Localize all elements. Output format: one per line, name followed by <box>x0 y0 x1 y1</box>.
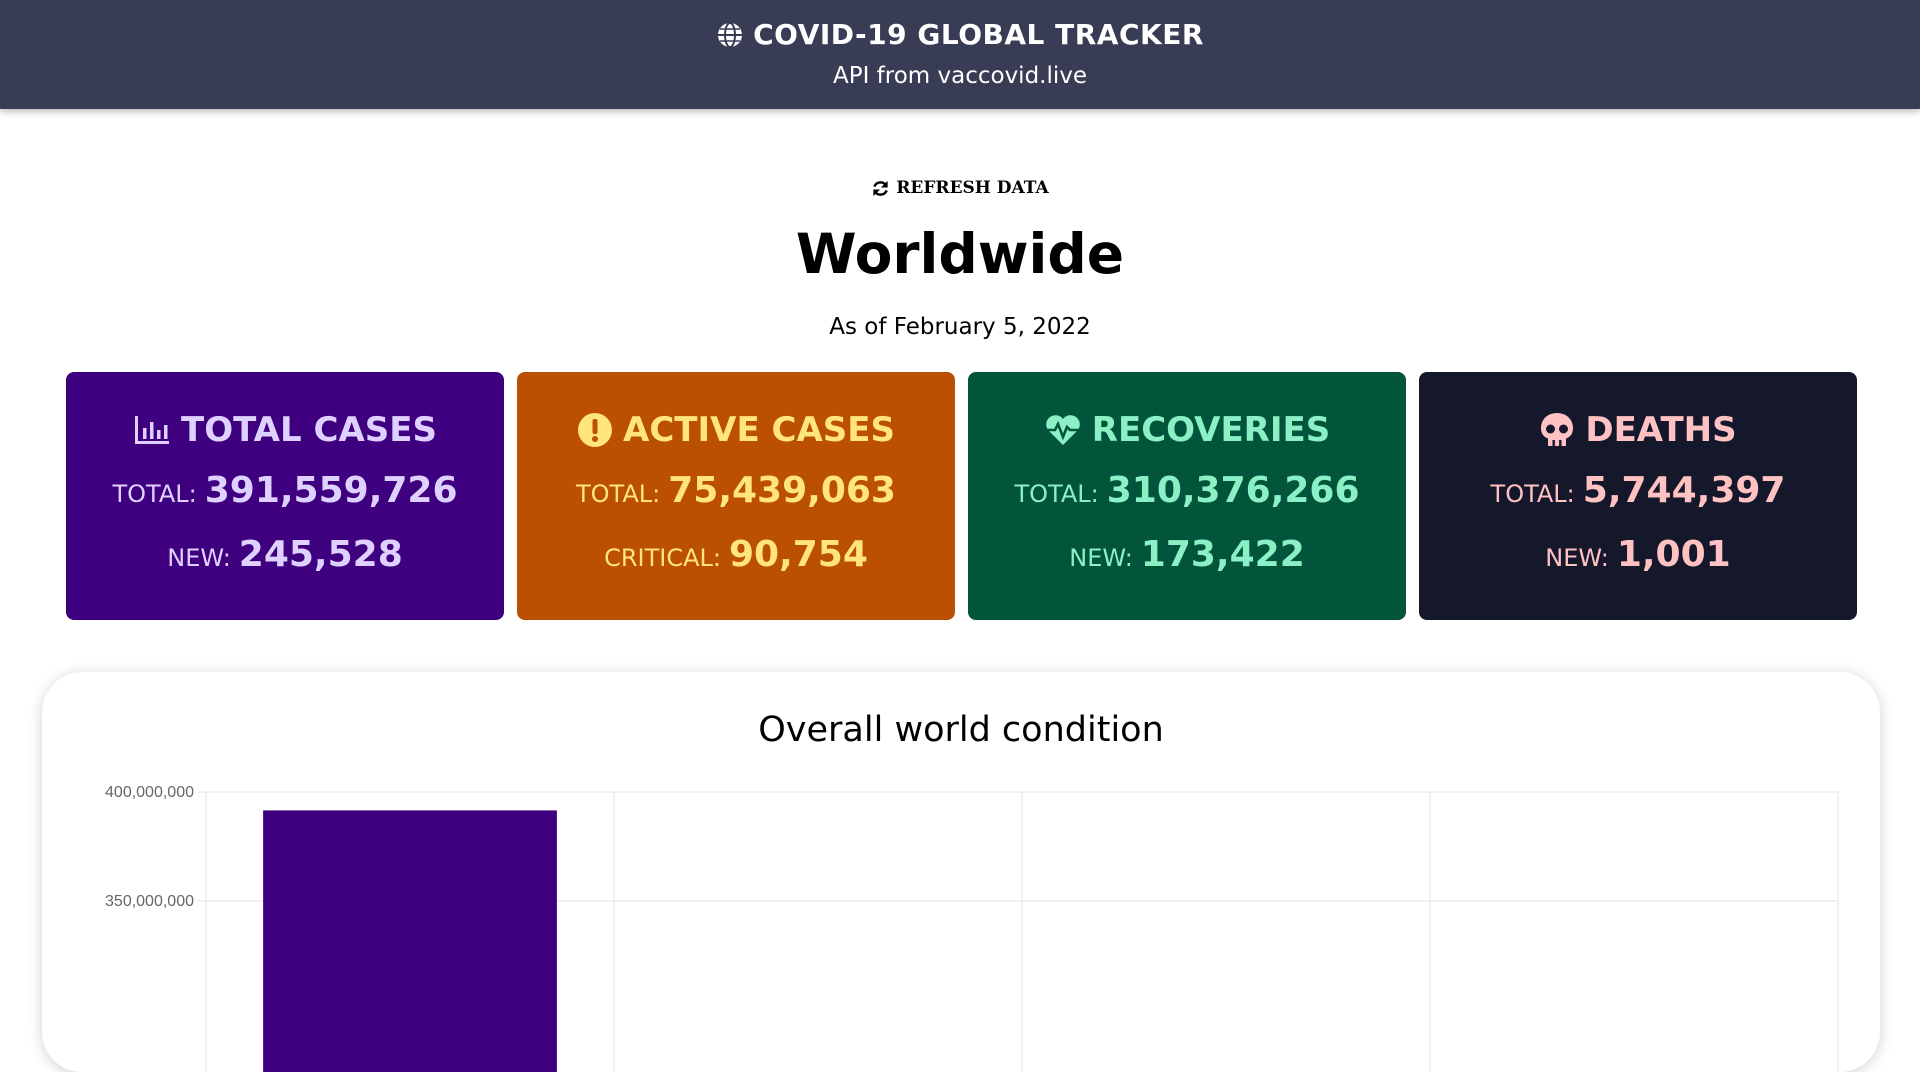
recoveries-card: RECOVERIES TOTAL: 310,376,266 NEW: 173,4… <box>968 372 1406 620</box>
region-title: Worldwide <box>795 222 1125 286</box>
bar-total-cases <box>263 810 557 1072</box>
deaths-new-row: NEW: 1,001 <box>1419 534 1857 580</box>
skull-icon <box>1541 413 1574 446</box>
total-cases-total-value: 391,559,726 <box>204 470 458 511</box>
y-tick-label: 350,000,000 <box>105 893 194 910</box>
active-cases-title-row: ACTIVE CASES <box>517 408 955 452</box>
total-cases-total-row: TOTAL: 391,559,726 <box>66 470 504 516</box>
globe-icon <box>718 21 743 48</box>
header-title-row: COVID-19 GLOBAL TRACKER <box>0 18 1920 51</box>
exclamation-circle-icon <box>578 413 613 447</box>
api-credit: API from vaccovid.live <box>832 63 1088 89</box>
recoveries-new-row: NEW: 173,422 <box>968 534 1406 580</box>
deaths-total-label: TOTAL: <box>1490 480 1575 508</box>
app-title: COVID-19 GLOBAL TRACKER <box>753 18 1204 51</box>
active-cases-critical-row: CRITICAL: 90,754 <box>517 534 955 580</box>
bar-chart-icon <box>135 416 170 444</box>
deaths-total-row: TOTAL: 5,744,397 <box>1419 470 1857 516</box>
world-condition-chart: 400,000,000 350,000,000 <box>105 784 1839 1072</box>
as-of-date: As of February 5, 2022 <box>829 314 1091 340</box>
recoveries-title-row: RECOVERIES <box>968 408 1406 452</box>
deaths-total-value: 5,744,397 <box>1582 470 1786 511</box>
recoveries-total-label: TOTAL: <box>1014 480 1099 508</box>
recoveries-title: RECOVERIES <box>1091 410 1331 450</box>
deaths-new-value: 1,001 <box>1616 534 1731 575</box>
refresh-icon <box>873 180 889 196</box>
active-cases-total-label: TOTAL: <box>576 480 661 508</box>
refresh-button[interactable]: REFRESH DATA <box>0 178 1920 198</box>
active-cases-title: ACTIVE CASES <box>623 410 895 450</box>
total-cases-new-row: NEW: 245,528 <box>66 534 504 580</box>
active-cases-critical-label: CRITICAL: <box>604 544 721 572</box>
heartbeat-icon <box>1045 415 1080 445</box>
total-cases-total-label: TOTAL: <box>112 480 197 508</box>
deaths-card: DEATHS TOTAL: 5,744,397 NEW: 1,001 <box>1419 372 1857 620</box>
stats-cards: TOTAL CASES TOTAL: 391,559,726 NEW: 245,… <box>66 372 1857 620</box>
deaths-title: DEATHS <box>1585 410 1737 450</box>
total-cases-title: TOTAL CASES <box>181 410 437 450</box>
deaths-new-label: NEW: <box>1545 544 1609 572</box>
refresh-label[interactable]: REFRESH DATA <box>896 178 1048 198</box>
deaths-title-row: DEATHS <box>1419 408 1857 452</box>
recoveries-new-label: NEW: <box>1069 544 1133 572</box>
app-header: COVID-19 GLOBAL TRACKER API from vaccovi… <box>0 0 1920 109</box>
total-cases-new-label: NEW: <box>167 544 231 572</box>
chart-panel: Overall world condition 400,000,000 350,0… <box>42 672 1880 1072</box>
recoveries-new-value: 173,422 <box>1140 534 1305 575</box>
y-tick-label: 400,000,000 <box>105 784 194 801</box>
recoveries-total-row: TOTAL: 310,376,266 <box>968 470 1406 516</box>
active-cases-critical-value: 90,754 <box>728 534 868 575</box>
active-cases-total-value: 75,439,063 <box>668 470 896 511</box>
total-cases-title-row: TOTAL CASES <box>66 408 504 452</box>
active-cases-total-row: TOTAL: 75,439,063 <box>517 470 955 516</box>
active-cases-card: ACTIVE CASES TOTAL: 75,439,063 CRITICAL:… <box>517 372 955 620</box>
total-cases-card: TOTAL CASES TOTAL: 391,559,726 NEW: 245,… <box>66 372 504 620</box>
recoveries-total-value: 310,376,266 <box>1106 470 1360 511</box>
total-cases-new-value: 245,528 <box>238 534 403 575</box>
